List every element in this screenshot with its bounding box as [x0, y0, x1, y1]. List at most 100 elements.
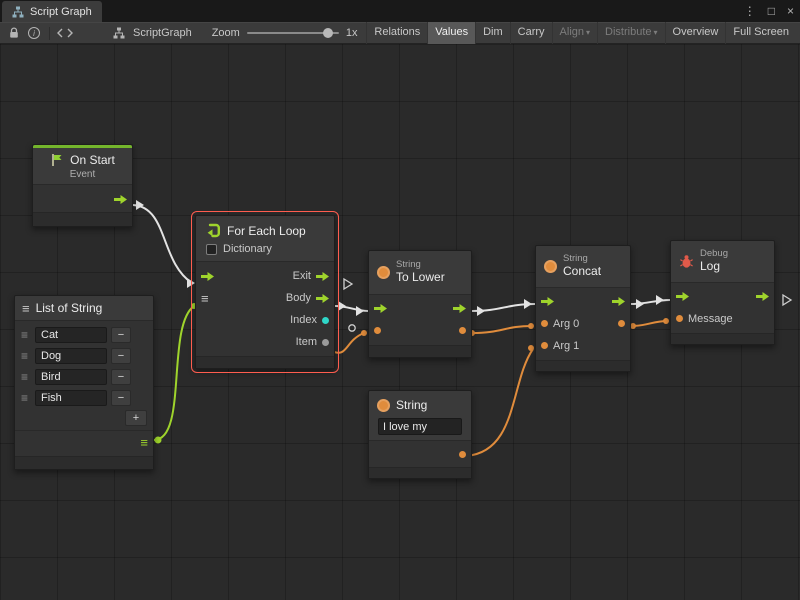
graph-breadcrumb-icon — [109, 23, 129, 43]
wire-tolower-result-to-arg0 — [472, 326, 532, 333]
script-graph-icon — [12, 6, 24, 18]
dim-button[interactable]: Dim — [475, 22, 510, 44]
node-footer — [536, 360, 630, 371]
dictionary-checkbox[interactable] — [206, 244, 217, 255]
values-button[interactable]: Values — [427, 22, 475, 44]
zoom-slider-thumb[interactable] — [323, 28, 333, 38]
wire-endpoint — [155, 437, 162, 444]
window-maximize-icon[interactable]: □ — [768, 4, 775, 18]
node-title: String — [396, 398, 427, 412]
remove-item-button[interactable]: − — [111, 348, 131, 364]
wire-arrowhead — [524, 299, 532, 309]
drag-handle-icon[interactable]: ≡ — [21, 370, 31, 384]
remove-item-button[interactable]: − — [111, 369, 131, 385]
node-string-literal[interactable]: String — [368, 390, 472, 479]
index-output-port[interactable] — [322, 317, 329, 324]
node-title: On Start — [70, 153, 115, 167]
list-input-port[interactable]: ≡ — [201, 292, 209, 305]
arg1-input-port[interactable] — [541, 342, 548, 349]
code-brackets-icon[interactable] — [55, 23, 75, 43]
info-icon[interactable]: i — [24, 23, 44, 43]
trigger-input-port[interactable] — [541, 297, 554, 306]
fullscreen-button[interactable]: Full Screen — [725, 22, 796, 44]
remove-item-button[interactable]: − — [111, 390, 131, 406]
list-item-input[interactable] — [35, 390, 107, 406]
align-button[interactable]: Align▾ — [552, 22, 597, 44]
drag-handle-icon[interactable]: ≡ — [21, 391, 31, 405]
trigger-input-port[interactable] — [374, 304, 387, 313]
toolbar-separator — [49, 27, 50, 40]
wire-endpoint — [361, 330, 367, 336]
zoom-slider[interactable] — [247, 27, 339, 39]
list-output-port[interactable]: ≡ — [140, 436, 148, 449]
node-string-to-lower[interactable]: String To Lower — [368, 250, 472, 358]
add-item-button[interactable]: + — [125, 410, 147, 426]
trigger-output-port[interactable] — [114, 195, 127, 204]
port-hint-circle — [349, 325, 355, 331]
graph-breadcrumb[interactable]: ScriptGraph — [133, 27, 192, 39]
chevron-down-icon: ▾ — [586, 28, 590, 37]
message-input-port[interactable] — [676, 315, 683, 322]
item-output-port[interactable] — [322, 339, 329, 346]
exit-port-label: Exit — [293, 270, 311, 282]
string-type-icon — [544, 260, 557, 273]
tab-script-graph[interactable]: Script Graph — [2, 1, 102, 22]
node-on-start[interactable]: On Start Event — [32, 144, 133, 227]
toolbar-button-group: Relations Values Dim Carry Align▾ Distri… — [366, 22, 796, 44]
trigger-output-port[interactable] — [756, 292, 769, 301]
node-for-each-loop[interactable]: For Each Loop Dictionary Exit ≡ Body Ind… — [195, 215, 335, 369]
window-controls: ⋮ □ × — [744, 0, 794, 22]
list-row: ≡ − — [15, 324, 153, 345]
string-type-icon — [377, 399, 390, 412]
exit-output-port[interactable] — [316, 272, 329, 281]
node-subtitle: Event — [70, 169, 96, 180]
wire-concat-result-to-message — [631, 321, 668, 326]
window-menu-icon[interactable]: ⋮ — [744, 4, 756, 18]
graph-canvas[interactable]: On Start Event ≡ List of String ≡ − ≡ — [0, 44, 800, 600]
loop-icon — [204, 222, 221, 239]
node-list-of-string[interactable]: ≡ List of String ≡ − ≡ − ≡ − ≡ − — [14, 295, 154, 470]
drag-handle-icon[interactable]: ≡ — [21, 349, 31, 363]
drag-handle-icon[interactable]: ≡ — [21, 328, 31, 342]
window-close-icon[interactable]: × — [787, 4, 794, 18]
string-type-icon — [377, 266, 390, 279]
overview-button[interactable]: Overview — [665, 22, 726, 44]
list-row: ≡ − — [15, 387, 153, 408]
zoom-value: 1x — [346, 27, 358, 39]
zoom-label: Zoom — [212, 27, 240, 39]
remove-item-button[interactable]: − — [111, 327, 131, 343]
list-item-input[interactable] — [35, 369, 107, 385]
node-footer — [671, 333, 774, 344]
trigger-output-port[interactable] — [453, 304, 466, 313]
list-row: ≡ − — [15, 366, 153, 387]
carry-button[interactable]: Carry — [510, 22, 552, 44]
trigger-input-port[interactable] — [201, 272, 214, 281]
node-title: List of String — [36, 301, 103, 315]
titlebar: Script Graph ⋮ □ × — [0, 0, 800, 22]
node-debug-log[interactable]: Debug Log Message — [670, 240, 775, 345]
string-input-port[interactable] — [374, 327, 381, 334]
tab-title: Script Graph — [30, 6, 92, 18]
list-item-input[interactable] — [35, 327, 107, 343]
item-port-label: Item — [296, 336, 317, 348]
lock-icon[interactable] — [4, 23, 24, 43]
unconnected-exit-marker — [344, 279, 352, 289]
distribute-button[interactable]: Distribute▾ — [597, 22, 664, 44]
trigger-input-port[interactable] — [676, 292, 689, 301]
list-item-input[interactable] — [35, 348, 107, 364]
string-value-input[interactable] — [378, 418, 462, 435]
flag-icon — [50, 153, 64, 167]
node-footer — [15, 456, 153, 469]
value-output-port[interactable] — [459, 451, 466, 458]
wire-endpoint — [663, 318, 669, 324]
trigger-output-port[interactable] — [612, 297, 625, 306]
result-output-port[interactable] — [618, 320, 625, 327]
wire-list-to-foreach — [154, 306, 194, 440]
body-output-port[interactable] — [316, 294, 329, 303]
relations-button[interactable]: Relations — [366, 22, 427, 44]
arg0-input-port[interactable] — [541, 320, 548, 327]
node-string-concat[interactable]: String Concat Arg 0 Arg 1 — [535, 245, 631, 372]
result-output-port[interactable] — [459, 327, 466, 334]
graph-toolbar: i ScriptGraph Zoom 1x Relations Values D… — [0, 22, 800, 44]
node-footer — [369, 345, 471, 357]
